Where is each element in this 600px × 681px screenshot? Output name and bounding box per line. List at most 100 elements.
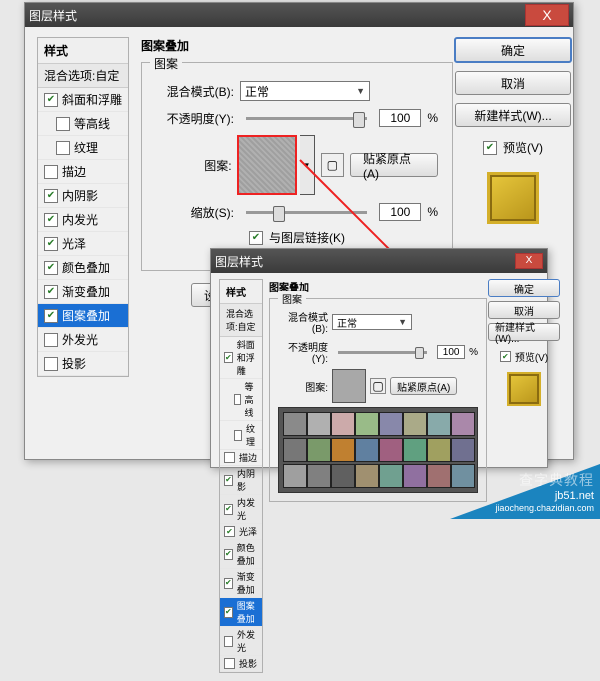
style-checkbox[interactable] [234, 430, 242, 441]
style-checkbox[interactable]: ✔ [224, 504, 233, 515]
pattern-swatch-option[interactable] [355, 412, 379, 436]
style-checkbox[interactable]: ✔ [224, 475, 233, 486]
style-checkbox[interactable] [224, 658, 235, 669]
style-checkbox[interactable] [224, 636, 233, 647]
pattern-swatch-option[interactable] [331, 438, 355, 462]
scale-slider[interactable] [246, 211, 367, 214]
pattern-swatch-option[interactable] [307, 464, 331, 488]
pattern-dropdown-button[interactable]: ▾ [300, 135, 315, 195]
style-checkbox[interactable]: ✔ [224, 549, 233, 560]
blend-mode-select-small[interactable]: 正常▼ [332, 314, 412, 330]
pattern-swatch-option[interactable] [331, 464, 355, 488]
style-checkbox[interactable] [44, 357, 58, 371]
style-row[interactable]: 外发光 [38, 328, 128, 352]
style-row[interactable]: ✔内发光 [38, 208, 128, 232]
cancel-button[interactable]: 取消 [455, 71, 571, 95]
style-checkbox[interactable]: ✔ [44, 93, 58, 107]
style-row[interactable]: ✔颜色叠加 [220, 540, 262, 569]
style-checkbox[interactable]: ✔ [224, 578, 233, 589]
style-row[interactable]: ✔图案叠加 [38, 304, 128, 328]
opacity-slider[interactable] [246, 117, 367, 120]
new-style-button[interactable]: 新建样式(W)... [455, 103, 571, 127]
ok-button-small[interactable]: 确定 [488, 279, 560, 297]
blend-options-row[interactable]: 混合选项:自定 [38, 64, 128, 88]
style-row[interactable]: ✔内阴影 [220, 466, 262, 495]
pattern-swatch-option[interactable] [451, 438, 475, 462]
snap-origin-button-small[interactable]: 贴紧原点(A) [390, 377, 457, 395]
opacity-slider-small[interactable] [338, 351, 427, 354]
close-button[interactable]: X [525, 4, 569, 26]
titlebar-small[interactable]: 图层样式 X [211, 249, 547, 273]
pattern-swatch-option[interactable] [379, 464, 403, 488]
style-checkbox[interactable] [224, 452, 235, 463]
pattern-swatch-small[interactable] [332, 369, 366, 403]
ok-button[interactable]: 确定 [454, 37, 572, 63]
style-row[interactable]: 纹理 [220, 421, 262, 450]
style-row[interactable]: ✔光泽 [220, 524, 262, 540]
style-checkbox[interactable]: ✔ [224, 607, 233, 618]
style-row[interactable]: ✔渐变叠加 [220, 569, 262, 598]
cancel-button-small[interactable]: 取消 [488, 301, 560, 319]
pattern-swatch-option[interactable] [355, 438, 379, 462]
style-row[interactable]: 外发光 [220, 627, 262, 656]
new-pattern-button[interactable]: ▢ [321, 153, 344, 177]
scale-input[interactable]: 100 [379, 203, 421, 221]
style-row[interactable]: ✔斜面和浮雕 [220, 337, 262, 379]
pattern-swatch-option[interactable] [283, 438, 307, 462]
pattern-swatch-option[interactable] [379, 412, 403, 436]
style-checkbox[interactable]: ✔ [44, 261, 58, 275]
pattern-swatch-option[interactable] [355, 464, 379, 488]
style-row[interactable]: ✔斜面和浮雕 [38, 88, 128, 112]
style-row[interactable]: 描边 [220, 450, 262, 466]
style-checkbox[interactable]: ✔ [224, 526, 235, 537]
close-button-small[interactable]: X [515, 253, 543, 269]
style-row[interactable]: ✔图案叠加 [220, 598, 262, 627]
style-checkbox[interactable] [56, 117, 70, 131]
pattern-swatch-option[interactable] [427, 464, 451, 488]
style-row[interactable]: ✔颜色叠加 [38, 256, 128, 280]
pattern-swatch-option[interactable] [379, 438, 403, 462]
style-row[interactable]: 描边 [38, 160, 128, 184]
opacity-input-small[interactable]: 100 [437, 345, 465, 359]
style-checkbox[interactable]: ✔ [224, 352, 233, 363]
style-row[interactable]: 投影 [38, 352, 128, 376]
pattern-swatch-option[interactable] [403, 412, 427, 436]
pattern-swatch-option[interactable] [283, 464, 307, 488]
blend-options-row-small[interactable]: 混合选项:自定 [220, 304, 262, 337]
style-row[interactable]: ✔内阴影 [38, 184, 128, 208]
new-style-button-small[interactable]: 新建样式(W)... [488, 323, 560, 341]
style-row[interactable]: ✔内发光 [220, 495, 262, 524]
preview-checkbox-small[interactable]: ✔ [500, 351, 511, 362]
style-row[interactable]: 纹理 [38, 136, 128, 160]
pattern-swatch-option[interactable] [331, 412, 355, 436]
style-checkbox[interactable]: ✔ [44, 213, 58, 227]
style-row[interactable]: 投影 [220, 656, 262, 672]
snap-origin-button[interactable]: 贴紧原点(A) [350, 153, 438, 177]
pattern-swatch-option[interactable] [283, 412, 307, 436]
pattern-swatch[interactable] [238, 136, 296, 194]
pattern-swatch-option[interactable] [451, 412, 475, 436]
pattern-swatch-option[interactable] [307, 412, 331, 436]
pattern-swatch-option[interactable] [427, 412, 451, 436]
style-checkbox[interactable]: ✔ [44, 285, 58, 299]
style-checkbox[interactable] [44, 165, 58, 179]
preview-checkbox[interactable]: ✔ [483, 141, 497, 155]
style-row[interactable]: ✔光泽 [38, 232, 128, 256]
style-checkbox[interactable] [44, 333, 58, 347]
opacity-input[interactable]: 100 [379, 109, 421, 127]
pattern-swatch-option[interactable] [403, 464, 427, 488]
style-checkbox[interactable]: ✔ [44, 237, 58, 251]
style-checkbox[interactable]: ✔ [44, 189, 58, 203]
style-checkbox[interactable] [56, 141, 70, 155]
pattern-swatch-option[interactable] [427, 438, 451, 462]
style-checkbox[interactable] [234, 394, 241, 405]
style-row[interactable]: 等高线 [220, 379, 262, 421]
style-row[interactable]: 等高线 [38, 112, 128, 136]
titlebar[interactable]: 图层样式 X [25, 3, 573, 27]
style-row[interactable]: ✔渐变叠加 [38, 280, 128, 304]
blend-mode-select[interactable]: 正常 ▼ [240, 81, 370, 101]
style-checkbox[interactable]: ✔ [44, 309, 58, 323]
pattern-swatch-option[interactable] [307, 438, 331, 462]
new-pattern-button-small[interactable]: ▢ [370, 378, 386, 394]
pattern-swatch-option[interactable] [403, 438, 427, 462]
